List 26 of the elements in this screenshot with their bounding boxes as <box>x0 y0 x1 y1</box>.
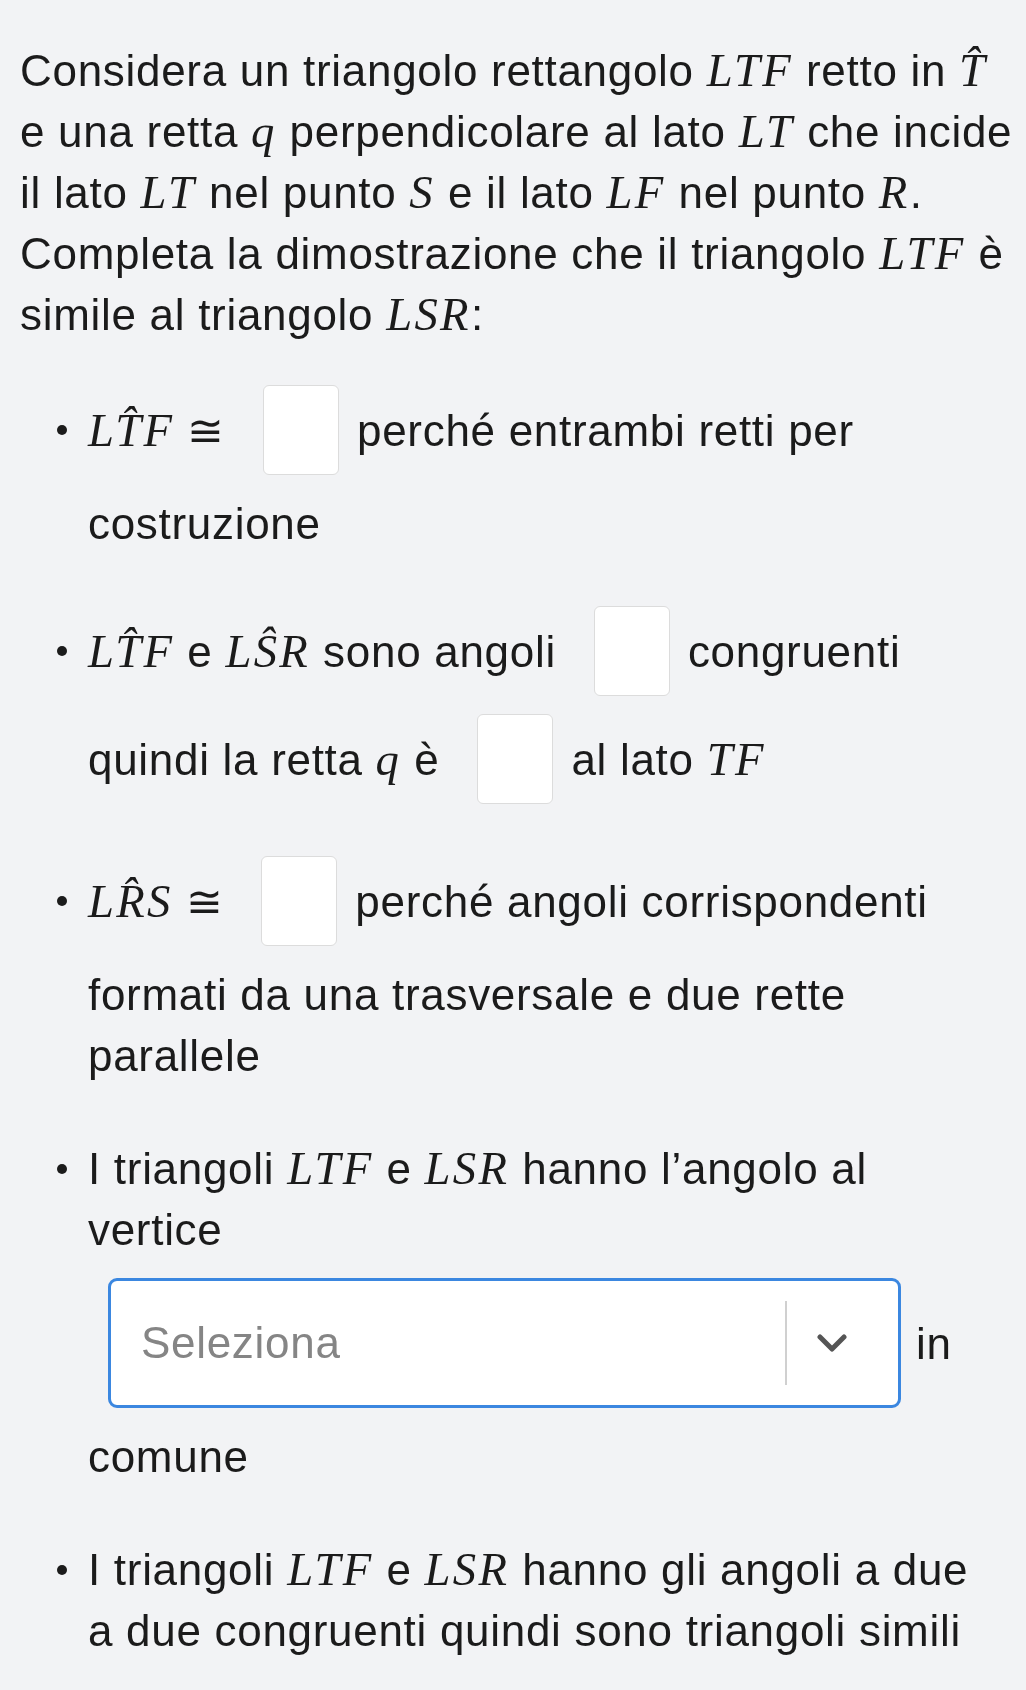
answer-box[interactable] <box>593 606 670 696</box>
chevron-down-icon <box>817 1334 847 1352</box>
problem-text: Considera un triangolo rettangolo LTF retto in T̂ e una retta q perpendicolare al lato LT che incide il lato LT nel punto S e il lato LF nel punto R. Completa la dimostrazione che il triangolo LTF è simile al triangolo LSR: <box>20 43 1014 342</box>
statement-text: in <box>916 1317 952 1370</box>
statement-text: I triangoli LTF e LSR hanno gli angoli a due a due congruenti quindi sono triangoli simili <box>88 1542 970 1657</box>
bullet-icon <box>57 646 67 656</box>
statement-text: costruzione <box>88 498 321 550</box>
statement-text: quindi la retta q è <box>88 731 440 787</box>
answer-box[interactable] <box>477 714 554 804</box>
statement-text: perché angoli corrispondenti <box>355 875 928 928</box>
bullet-icon <box>57 1564 67 1575</box>
bullet-icon <box>57 425 67 435</box>
statement-text: I triangoli LTF e LSR hanno l’angolo al vertice <box>88 1141 868 1256</box>
statement-text: comune <box>88 1431 249 1483</box>
statement-text: perché entrambi retti per <box>357 404 854 457</box>
statement-text: congruenti <box>687 625 901 678</box>
statement-text: formati da una trasversale e due rette parallele <box>88 969 847 1082</box>
bullet-icon <box>57 896 67 906</box>
statement-text: LR̂S ≅ <box>88 873 224 929</box>
statement-text: LT̂F ≅ <box>88 402 226 458</box>
statement-text: al lato TF <box>571 731 766 787</box>
answer-box[interactable] <box>261 856 338 946</box>
statement-text: LT̂F e LŜR sono angoli <box>88 623 556 679</box>
select-dropdown[interactable]: Seleziona <box>108 1278 901 1408</box>
answer-box[interactable] <box>263 385 340 475</box>
bullet-icon <box>57 1163 67 1174</box>
